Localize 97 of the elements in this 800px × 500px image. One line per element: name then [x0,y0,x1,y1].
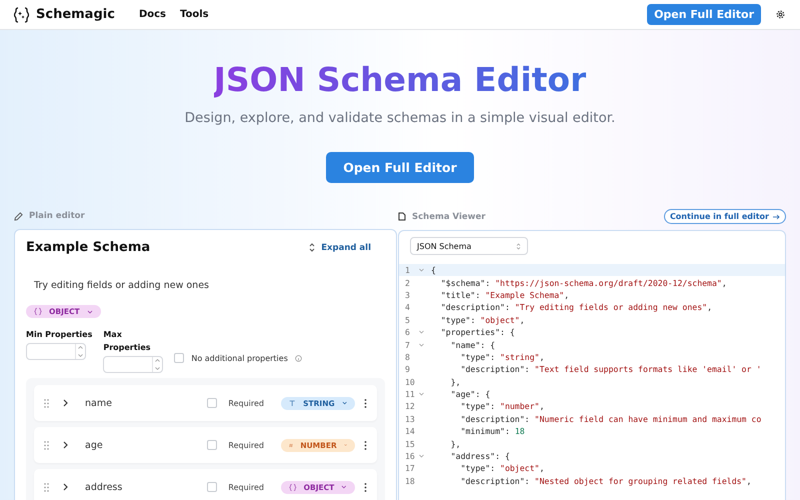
info-icon[interactable] [294,354,302,362]
checkbox[interactable] [174,353,184,363]
checkbox-label: No additional properties [191,354,288,362]
line-number: 3 [404,290,411,300]
code-line: "description": "Numeric field can have minimum and maximum co [460,414,762,424]
more-icon[interactable] [364,398,367,408]
code-line: "title": "Example Schema", [440,290,570,300]
drag-handle-icon[interactable] [44,398,49,408]
line-number: 18 [404,476,416,486]
code-line: "minimum": 18 [460,426,525,436]
line-number: 5 [404,314,411,325]
up-down-icon [516,242,521,250]
code-line: { [431,265,436,276]
format-select[interactable]: JSON Schema [410,237,528,255]
checkbox-label: Required [228,398,264,408]
code-line: "type": "object", [440,314,525,325]
property-name[interactable]: address [85,482,195,492]
line-number: 12 [404,401,416,412]
arrow-right-icon [773,214,780,220]
schema-title: Example Schema [26,240,150,255]
logo-icon [14,6,29,22]
code-line: "description": "Try editing fields or adding new ones", [440,302,712,312]
line-number: 1 [404,265,411,276]
property-name[interactable]: name [85,398,195,408]
line-number: 2 [404,278,411,288]
line-number: 10 [404,376,416,387]
chevron-right-icon[interactable] [63,483,68,491]
field-label: Max Properties [103,329,152,354]
chevron-right-icon[interactable] [63,441,68,449]
text-type-icon [289,398,296,408]
checkbox[interactable] [207,482,218,492]
section-label: Schema Viewer [412,212,486,222]
caret-up-icon[interactable] [78,346,83,350]
hash-icon [289,440,294,450]
code-line: "type": "number", [460,401,544,412]
code-line: "address": { [450,451,510,462]
caret-down-icon [342,401,347,405]
checkbox[interactable] [207,440,218,450]
fold-caret-icon[interactable] [419,342,424,347]
code-line: "type": "string", [460,352,544,362]
code-line: "$schema": "https://json-schema.org/draft/2020-12/schema", [440,278,727,288]
code-line: }, [450,376,461,387]
code-line: "name": { [450,340,496,350]
fold-caret-icon[interactable] [419,268,424,272]
fold-caret-icon[interactable] [419,392,424,396]
brand-name[interactable]: Schemagic [36,7,115,22]
caret-down-icon[interactable] [78,354,83,357]
drag-handle-icon[interactable] [44,440,49,450]
field-label: Min Properties [26,329,92,341]
caret-up-icon[interactable] [155,359,160,362]
checkbox-label: Required [228,440,264,450]
code-line: }, [450,438,461,449]
more-icon[interactable] [364,440,367,450]
code-line: "description": "Text field supports formats like 'email' or ' [460,364,762,374]
line-number: 11 [404,389,416,400]
code-line: "description": "Nested object for grouping related fields", [460,476,752,486]
fold-caret-icon[interactable] [419,330,424,334]
code-line: "properties": { [440,327,515,338]
caret-down-icon[interactable] [155,366,160,370]
chevron-right-icon[interactable] [63,399,68,407]
expand-all-button[interactable]: Expand all [303,242,377,254]
hero-subtitle: Design, explore, and validate schemas in a simple visual editor. [184,110,616,126]
fold-caret-icon[interactable] [419,454,424,458]
up-down-icon [309,243,316,252]
open-editor-button[interactable]: Open Full Editor [326,152,474,183]
checkbox-label: Required [228,482,264,492]
number-input[interactable] [26,343,86,360]
line-number: 6 [404,327,411,338]
line-number: 17 [404,463,416,474]
number-input[interactable] [103,356,164,373]
open-editor-button[interactable]: Open Full Editor [647,4,761,25]
caret-down-icon [341,485,347,489]
line-number: 4 [404,302,411,312]
code-line: "type": "object", [460,463,544,474]
code-line: "age": { [450,389,490,400]
line-number: 15 [404,438,416,449]
line-number: 14 [404,426,416,436]
caret-down-icon [86,310,93,314]
property-name[interactable]: age [85,440,195,450]
braces-icon [34,307,42,316]
section-label: Plain editor [29,211,85,221]
line-number: 9 [404,364,411,374]
braces-icon [289,482,297,492]
pencil-icon [14,212,23,220]
drag-handle-icon[interactable] [44,482,49,492]
line-number: 13 [404,414,416,424]
line-number: 16 [404,451,416,462]
line-number: 8 [404,352,411,362]
settings-icon[interactable] [775,9,786,20]
document-icon [398,212,406,221]
continue-button[interactable]: Continue in full editor [664,209,786,224]
checkbox[interactable] [207,398,218,408]
line-number: 7 [404,340,411,350]
nav-link[interactable]: Docs [138,9,166,20]
more-icon[interactable] [364,482,367,492]
description-field[interactable]: Try editing fields or adding new ones [34,280,385,291]
nav-link[interactable]: Tools [180,9,209,20]
